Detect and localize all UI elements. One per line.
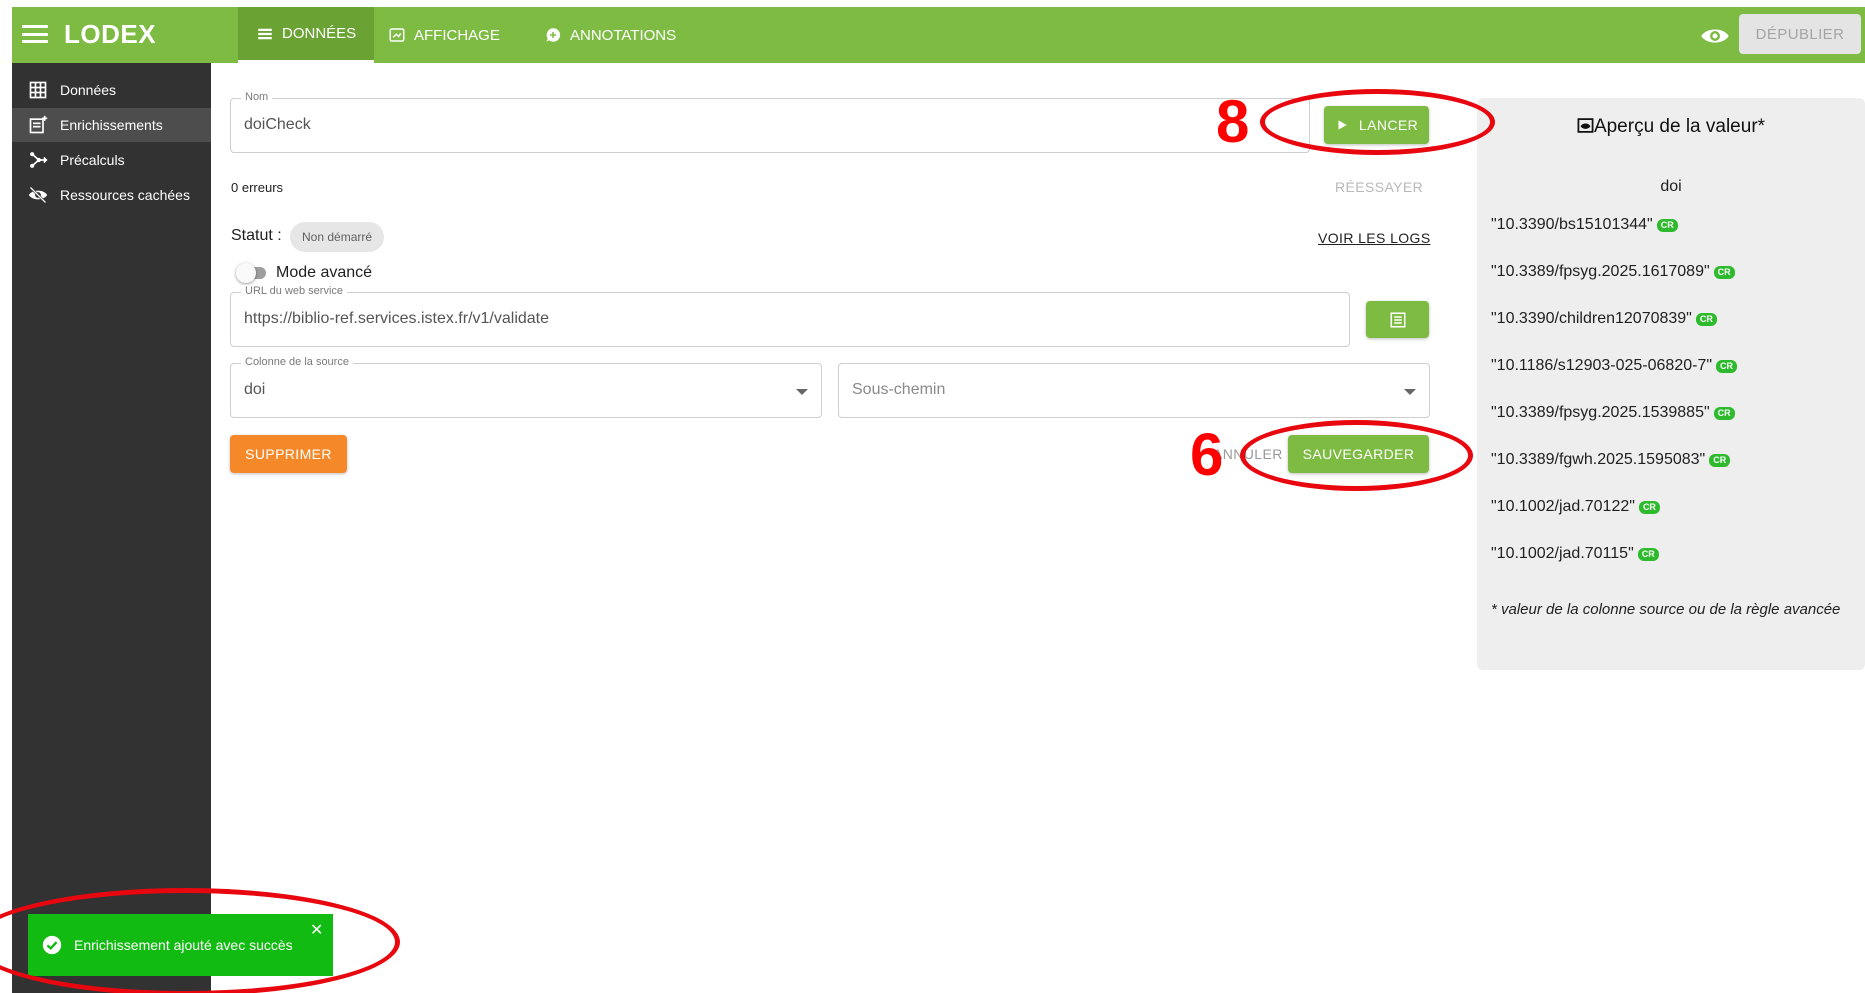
list-item: "10.3389/fpsyg.2025.1617089" CR bbox=[1491, 263, 1735, 281]
sidebar-item-ressources-cachees[interactable]: Ressources cachées bbox=[12, 178, 211, 212]
preview-value: "10.1002/jad.70122" bbox=[1491, 498, 1635, 515]
annotation-ellipse-save bbox=[1240, 420, 1473, 491]
crossref-badge: CR bbox=[1656, 218, 1678, 232]
annotation-icon bbox=[546, 28, 561, 42]
subpath-select[interactable]: Sous-chemin bbox=[838, 363, 1430, 418]
preview-value: "10.3389/fpsyg.2025.1539885" bbox=[1491, 404, 1710, 421]
preview-icon bbox=[1577, 118, 1594, 133]
view-logs-link[interactable]: VOIR LES LOGS bbox=[1318, 230, 1431, 246]
sidebar-item-label: Ressources cachées bbox=[60, 187, 190, 203]
name-field-value: doiCheck bbox=[244, 116, 311, 133]
source-column-label: Colonne de la source bbox=[241, 356, 353, 368]
url-field[interactable]: URL du web service https://biblio-ref.se… bbox=[230, 285, 1350, 347]
url-field-value: https://biblio-ref.services.istex.fr/v1/… bbox=[244, 310, 550, 327]
preview-title-text: Aperçu de la valeur* bbox=[1593, 116, 1766, 137]
url-field-label: URL du web service bbox=[241, 285, 348, 297]
preview-note: * valeur de la colonne source ou de la r… bbox=[1491, 601, 1841, 618]
status-label: Statut : bbox=[231, 227, 282, 244]
sidebar-item-label: Données bbox=[60, 82, 117, 98]
precalc-icon bbox=[30, 152, 48, 168]
app-logo: LODEX bbox=[64, 19, 157, 49]
display-icon bbox=[389, 28, 405, 42]
step-number-6: 6 bbox=[1190, 421, 1224, 488]
list-item: "10.3390/bs15101344" CR bbox=[1491, 216, 1678, 234]
advanced-mode-toggle[interactable] bbox=[236, 263, 266, 283]
crossref-badge: CR bbox=[1709, 453, 1731, 467]
crossref-badge: CR bbox=[1638, 500, 1660, 514]
sidebar-item-donnees[interactable]: Données bbox=[12, 73, 211, 107]
list-item: "10.1186/s12903-025-06820-7" CR bbox=[1491, 357, 1738, 375]
annotation-ellipse-snackbar bbox=[0, 888, 400, 993]
errors-count: 0 erreurs bbox=[231, 180, 284, 195]
list-item: "10.3390/children12070839" CR bbox=[1491, 310, 1717, 328]
top-app-bar: LODEX DONNÉES AFFICHAGE ANNOTATIONS DÉPU… bbox=[12, 7, 1865, 63]
chevron-down-icon bbox=[1404, 389, 1416, 395]
list-box-icon bbox=[1390, 312, 1405, 327]
tab-label: DONNÉES bbox=[282, 25, 357, 42]
retry-button[interactable]: RÉESSAYER bbox=[1335, 179, 1423, 195]
preview-value: "10.3390/bs15101344" bbox=[1491, 216, 1653, 233]
crossref-badge: CR bbox=[1713, 406, 1735, 420]
preview-value: "10.3389/fgwh.2025.1595083" bbox=[1491, 451, 1706, 468]
preview-title: Aperçu de la valeur* bbox=[1477, 116, 1865, 138]
list-item: "10.1002/jad.70122" CR bbox=[1491, 498, 1660, 516]
crossref-badge: CR bbox=[1637, 547, 1659, 561]
preview-column-name: doi bbox=[1660, 178, 1682, 195]
tab-label: AFFICHAGE bbox=[414, 26, 500, 44]
crossref-badge: CR bbox=[1695, 312, 1717, 326]
preview-value: "10.3389/fpsyg.2025.1617089" bbox=[1491, 263, 1710, 280]
sidebar-item-enrichissements[interactable]: Enrichissements bbox=[12, 108, 211, 142]
eye-icon[interactable] bbox=[1700, 21, 1730, 51]
list-item: "10.3389/fgwh.2025.1595083" CR bbox=[1491, 451, 1731, 469]
annotation-ellipse-launch bbox=[1260, 89, 1495, 155]
list-icon bbox=[258, 28, 272, 39]
preview-value: "10.1186/s12903-025-06820-7" bbox=[1491, 357, 1713, 374]
preview-value: "10.1002/jad.70115" bbox=[1491, 545, 1634, 562]
chevron-down-icon bbox=[796, 389, 808, 395]
source-column-select[interactable]: Colonne de la source doi bbox=[230, 356, 822, 418]
status-badge: Non démarré bbox=[290, 222, 385, 252]
eye-off-icon bbox=[28, 186, 48, 204]
list-item: "10.1002/jad.70115" CR bbox=[1491, 545, 1659, 563]
sidebar-item-label: Précalculs bbox=[60, 152, 125, 168]
advanced-mode-label: Mode avancé bbox=[276, 264, 373, 281]
toggle-knob bbox=[236, 263, 256, 283]
tab-annotations[interactable]: ANNOTATIONS bbox=[526, 7, 694, 63]
sidebar: Données Enrichissements Précalculs Resso… bbox=[12, 63, 211, 993]
tab-affichage[interactable]: AFFICHAGE bbox=[370, 7, 518, 63]
preview-value: "10.3390/children12070839" bbox=[1491, 310, 1692, 327]
crossref-badge: CR bbox=[1716, 359, 1738, 373]
unpublish-button[interactable]: DÉPUBLIER bbox=[1739, 14, 1861, 54]
value-preview-panel: Aperçu de la valeur* doi "10.3390/bs1510… bbox=[1477, 98, 1865, 670]
name-field[interactable]: Nom doiCheck bbox=[230, 91, 1310, 153]
step-number-8: 8 bbox=[1216, 88, 1250, 155]
tab-label: ANNOTATIONS bbox=[570, 26, 677, 44]
menu-icon[interactable] bbox=[22, 22, 48, 46]
tab-donnees[interactable]: DONNÉES bbox=[238, 7, 375, 63]
app-root: LODEX DONNÉES AFFICHAGE ANNOTATIONS DÉPU… bbox=[0, 0, 1865, 993]
delete-button[interactable]: SUPPRIMER bbox=[230, 435, 347, 473]
crossref-badge: CR bbox=[1713, 265, 1735, 279]
source-column-value: doi bbox=[244, 381, 266, 398]
enrich-icon bbox=[29, 115, 48, 134]
list-item: "10.3389/fpsyg.2025.1539885" CR bbox=[1491, 404, 1735, 422]
web-service-list-button[interactable] bbox=[1366, 301, 1429, 338]
sidebar-item-label: Enrichissements bbox=[60, 117, 163, 133]
grid-icon bbox=[29, 81, 47, 99]
name-field-label: Nom bbox=[241, 91, 273, 103]
sidebar-item-precalculs[interactable]: Précalculs bbox=[12, 143, 211, 177]
subpath-placeholder: Sous-chemin bbox=[852, 381, 946, 398]
